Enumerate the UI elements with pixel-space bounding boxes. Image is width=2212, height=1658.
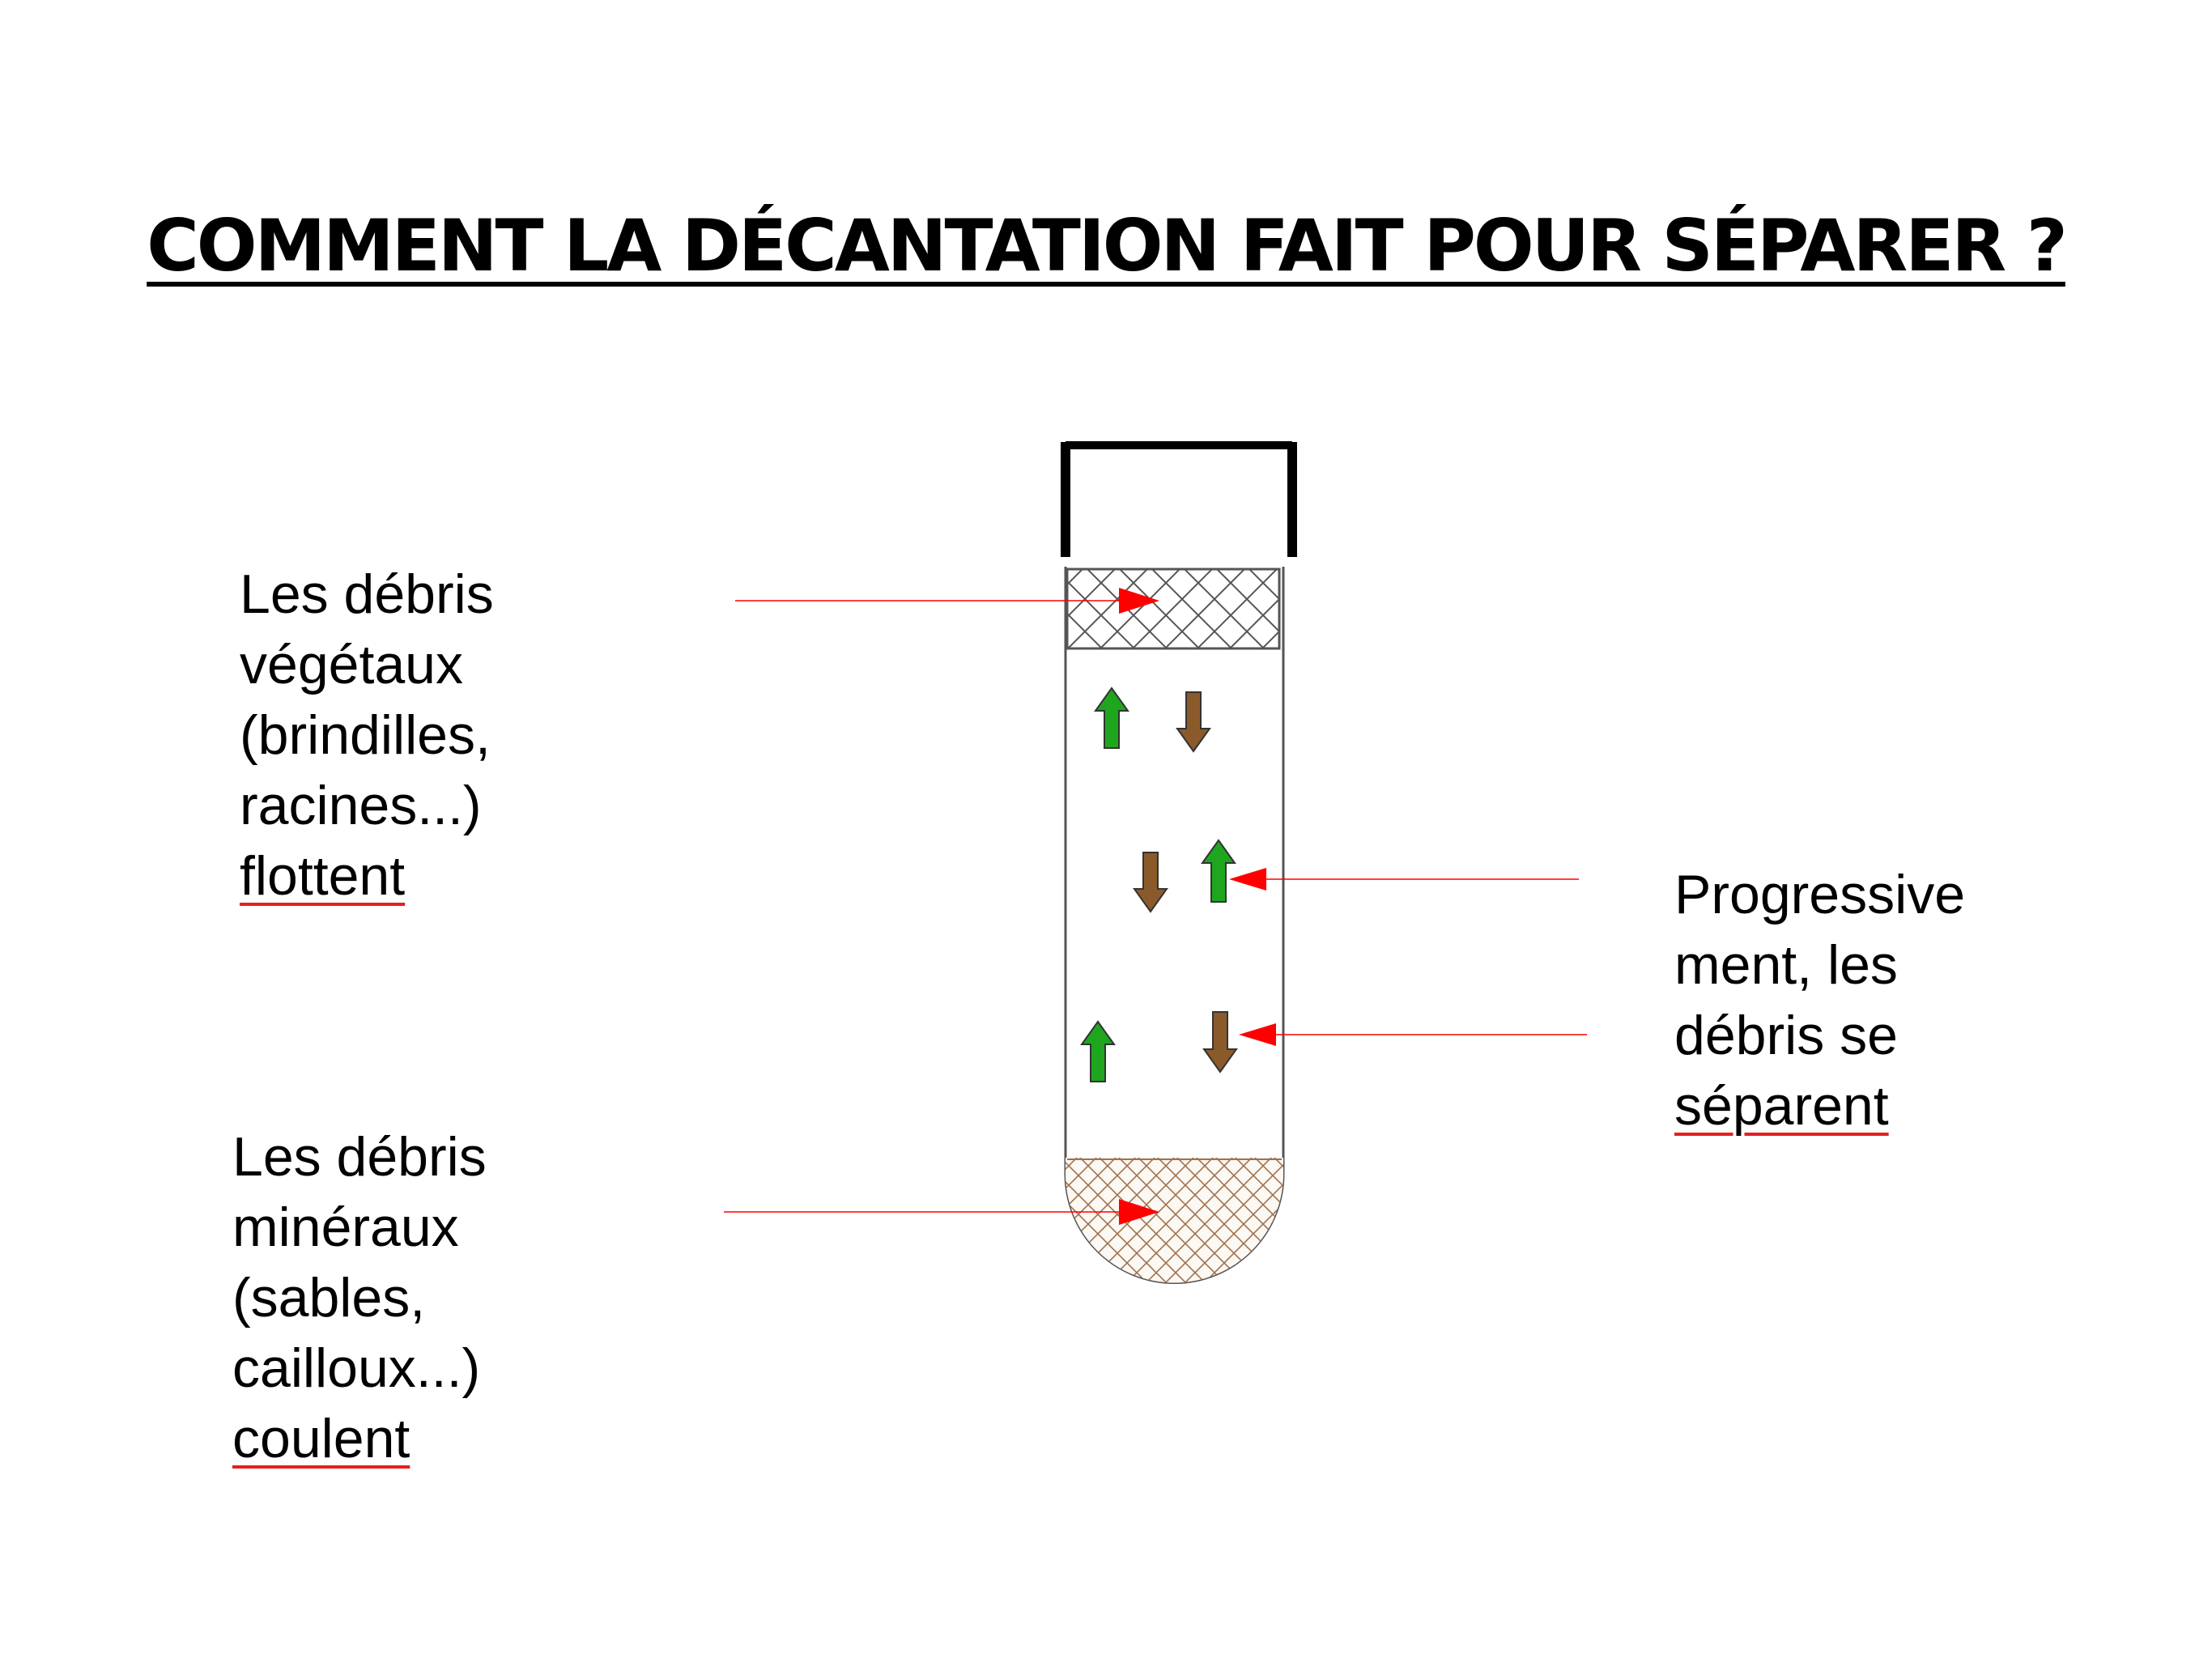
pointer-progressive-upper [1229, 868, 1579, 891]
arrow-up-icon [1201, 839, 1236, 903]
vegetal-debris-layer [1066, 568, 1281, 650]
arrow-up-icon [1080, 1020, 1116, 1082]
decantation-diagram [724, 441, 1587, 1284]
arrow-up-icon [1094, 687, 1129, 749]
arrow-down-icon [1133, 852, 1168, 913]
tube-stopper [1061, 441, 1297, 557]
pointer-progressive-lower [1239, 1023, 1587, 1046]
mineral-debris-layer [1066, 1158, 1283, 1283]
arrow-down-icon [1202, 1011, 1238, 1073]
arrow-down-icon [1176, 691, 1211, 753]
